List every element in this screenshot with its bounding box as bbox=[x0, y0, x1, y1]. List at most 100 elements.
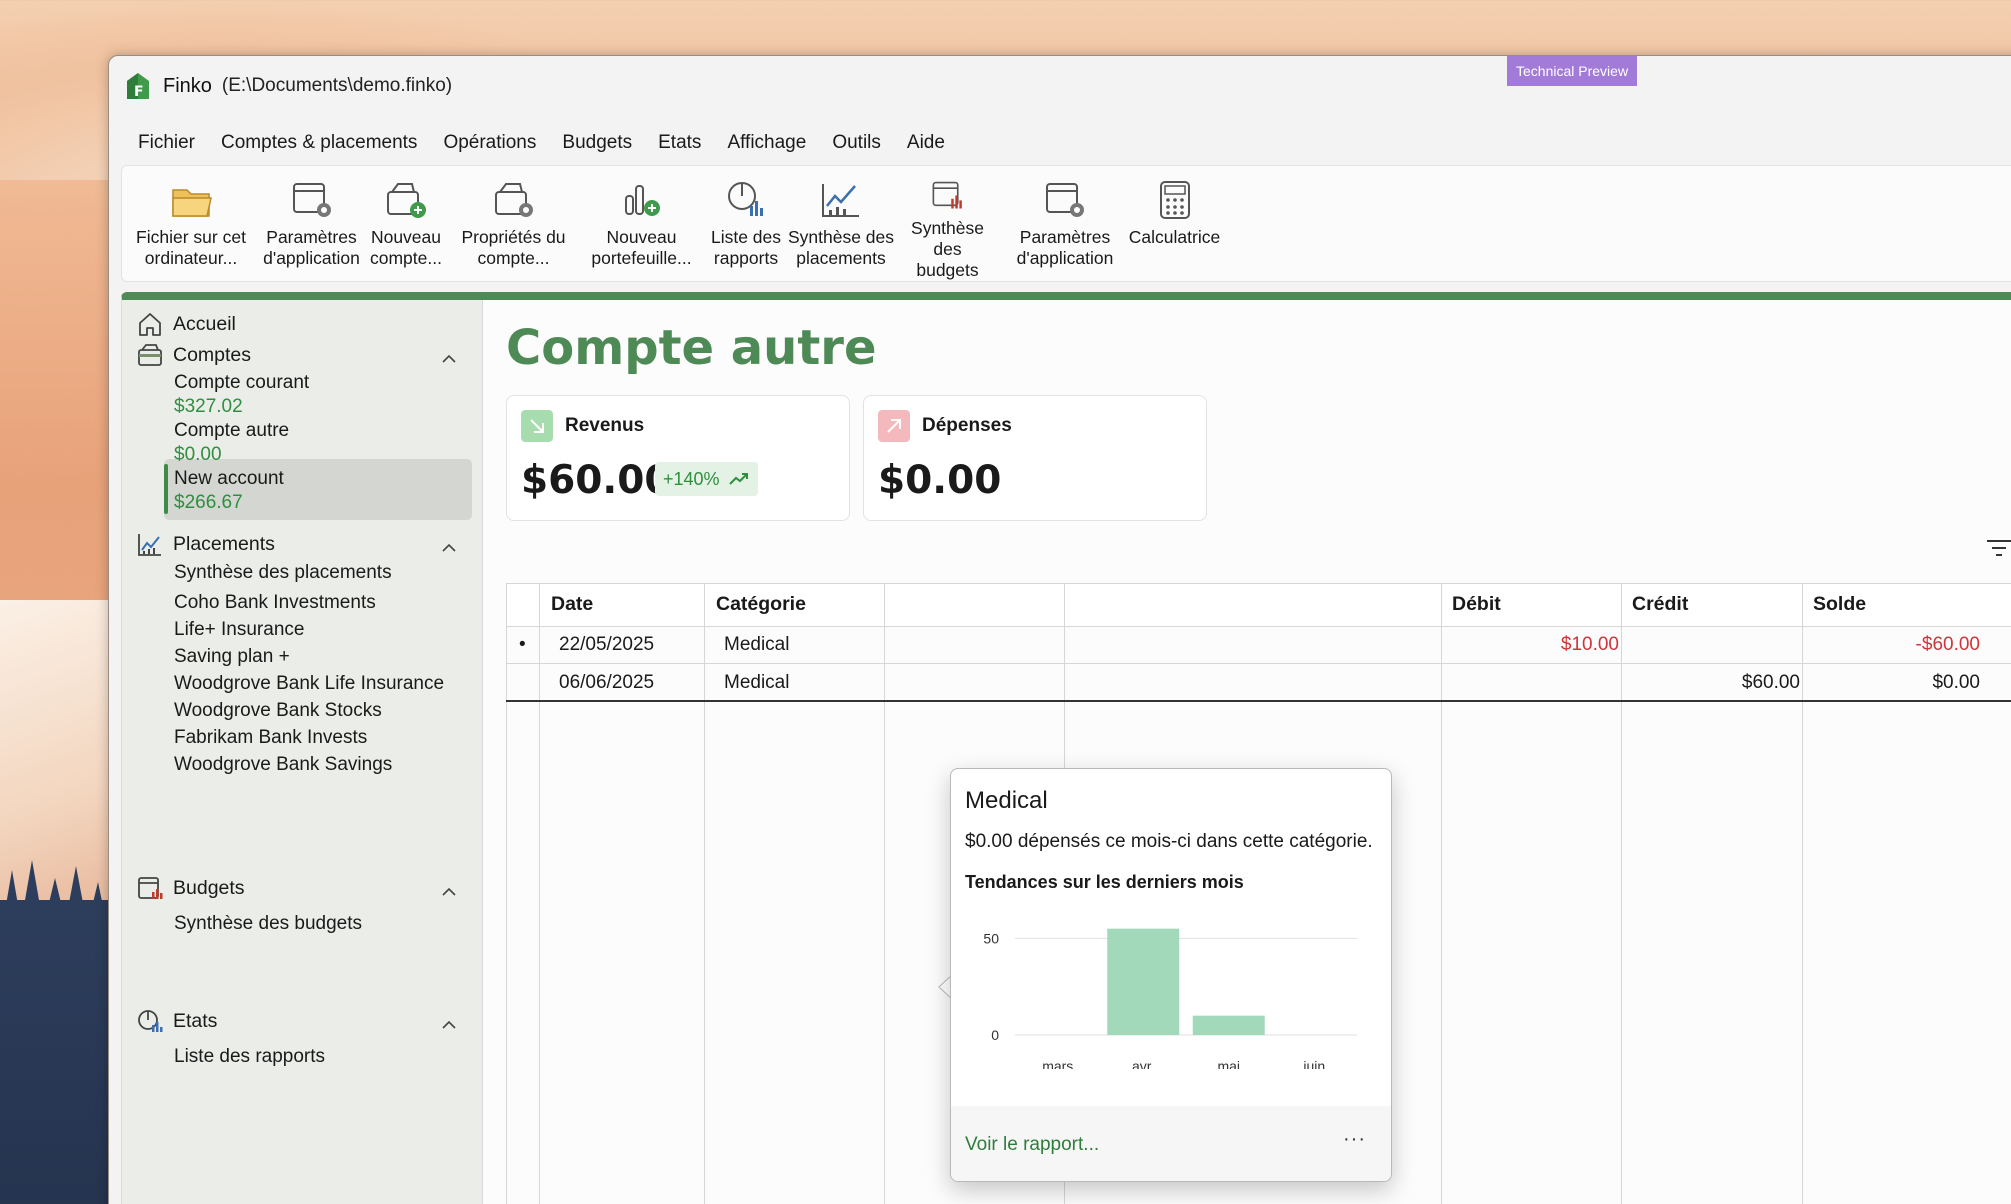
account-balance: $0.00 bbox=[174, 444, 222, 465]
sidebar-section-budgets[interactable]: Budgets bbox=[136, 874, 245, 902]
ribbon-button-trend-chart[interactable]: Synthèse des placements bbox=[787, 166, 895, 281]
menu-item[interactable]: Opérations bbox=[430, 126, 549, 160]
report-chart-icon bbox=[728, 182, 763, 216]
chevron-up-icon[interactable] bbox=[440, 350, 458, 368]
sidebar-item-label: Accueil bbox=[173, 312, 236, 335]
sidebar-item-investment[interactable]: Life+ Insurance bbox=[174, 619, 304, 641]
sidebar-item-investment[interactable]: Saving plan + bbox=[174, 646, 290, 668]
popup-title: Medical bbox=[965, 787, 1048, 814]
sidebar-item-investment[interactable]: Woodgrove Bank Life Insurance bbox=[174, 673, 444, 695]
page-title: Compte autre bbox=[506, 320, 877, 376]
ribbon-button-label: Propriétés du compte... bbox=[461, 227, 566, 268]
wallet-add-icon bbox=[387, 183, 426, 218]
income-change: +140% bbox=[663, 469, 720, 489]
ribbon-button-label: Synthèse des placements bbox=[787, 227, 895, 268]
svg-text:F: F bbox=[134, 84, 144, 100]
cell-date: 06/06/2025 bbox=[559, 672, 655, 693]
menu-item[interactable]: Fichier bbox=[125, 126, 208, 160]
ribbon-button-wallet-gear[interactable]: Propriétés du compte... bbox=[449, 166, 578, 281]
ribbon-button-wallet-add[interactable]: Nouveau compte... bbox=[363, 166, 449, 281]
wallet-gear-icon bbox=[494, 183, 533, 217]
main-content: Accueil Comptes Compte courant $327.02 C… bbox=[121, 292, 2011, 1204]
arrow-down-right-icon bbox=[521, 410, 553, 442]
header-debit[interactable]: Débit bbox=[1452, 593, 1501, 616]
popup-description: $0.00 dépensés ce mois-ci dans cette cat… bbox=[965, 831, 1373, 852]
header-date[interactable]: Date bbox=[551, 593, 593, 616]
reports-pie-icon bbox=[138, 1010, 163, 1032]
chevron-up-icon[interactable] bbox=[440, 539, 458, 557]
sidebar-item-report-list[interactable]: Liste des rapports bbox=[174, 1046, 325, 1068]
window-gear-icon bbox=[292, 183, 331, 217]
ribbon-button-window-gear[interactable]: Paramètres d'application bbox=[260, 166, 363, 281]
y-tick-label: 50 bbox=[983, 930, 999, 946]
popup-subtitle: Tendances sur les derniers mois bbox=[965, 872, 1244, 892]
sidebar-item-investment[interactable]: Fabrikam Bank Invests bbox=[174, 727, 367, 749]
menu-item[interactable]: Aide bbox=[894, 126, 958, 160]
sidebar-item-investment[interactable]: Woodgrove Bank Savings bbox=[174, 754, 392, 776]
wallet-icon bbox=[138, 344, 162, 366]
header-credit[interactable]: Crédit bbox=[1632, 593, 1688, 616]
table-row[interactable]: 06/06/2025 Medical $60.00 $0.00 bbox=[506, 665, 2011, 702]
arrow-up-right-icon bbox=[878, 410, 910, 442]
ribbon-button-report-chart[interactable]: Liste des rapports bbox=[705, 166, 787, 281]
sidebar-item-home[interactable]: Accueil bbox=[136, 310, 236, 338]
portfolio-add-icon bbox=[624, 185, 660, 216]
chart-bar[interactable] bbox=[1107, 928, 1180, 1035]
ribbon-button-label: Synthèse des budgets bbox=[911, 218, 984, 280]
filter-icon[interactable] bbox=[1984, 536, 2011, 560]
ribbon-button-label: Paramètres d'application bbox=[263, 227, 360, 268]
ribbon-button-label: Calculatrice bbox=[1128, 227, 1221, 247]
trend-chart-icon bbox=[822, 184, 859, 217]
account-name: Compte courant bbox=[174, 372, 310, 393]
account-name: Compte autre bbox=[174, 420, 290, 441]
sidebar-item-investment[interactable]: Coho Bank Investments bbox=[174, 592, 376, 614]
chart-bar[interactable] bbox=[1192, 1015, 1265, 1035]
header-category[interactable]: Catégorie bbox=[716, 593, 806, 616]
ribbon-button-calculator[interactable]: Calculatrice bbox=[1128, 166, 1221, 281]
menu-item[interactable]: Affichage bbox=[714, 126, 819, 160]
expense-amount: $0.00 bbox=[878, 458, 1002, 503]
ribbon-button-portfolio-add[interactable]: Nouveau portefeuille... bbox=[578, 166, 705, 281]
category-popup: Medical $0.00 dépensés ce mois-ci dans c… bbox=[950, 768, 1392, 1182]
sidebar-section-reports[interactable]: Etats bbox=[136, 1007, 217, 1035]
view-report-link[interactable]: Voir le rapport... bbox=[965, 1134, 1099, 1156]
ribbon-button-window-gear[interactable]: Paramètres d'application bbox=[1000, 166, 1130, 281]
sidebar-account-item[interactable]: New account $266.67 bbox=[174, 468, 284, 514]
table-row[interactable]: • 22/05/2025 Medical $10.00 -$60.00 bbox=[506, 627, 2011, 664]
sidebar-section-label: Placements bbox=[173, 532, 275, 555]
app-window: F Finko (E:\Documents\demo.finko) Techni… bbox=[108, 55, 2011, 1204]
ribbon-button-folder[interactable]: Fichier sur cet ordinateur... bbox=[122, 166, 260, 281]
sidebar-section-investments[interactable]: Placements bbox=[136, 530, 275, 558]
chevron-up-icon[interactable] bbox=[440, 1016, 458, 1034]
expense-card[interactable]: Dépenses $0.00 bbox=[863, 395, 1207, 521]
x-tick-label: juin bbox=[1302, 1058, 1325, 1069]
income-card[interactable]: Revenus $60.00 +140% bbox=[506, 395, 850, 521]
menu-item[interactable]: Budgets bbox=[549, 126, 645, 160]
sidebar-item-investment[interactable]: Woodgrove Bank Stocks bbox=[174, 700, 382, 722]
ribbon-button-label: Liste des rapports bbox=[710, 227, 782, 268]
header-balance[interactable]: Solde bbox=[1813, 593, 1866, 616]
folder-icon bbox=[172, 189, 212, 217]
more-options-button[interactable]: ··· bbox=[1343, 1128, 1366, 1151]
sidebar-item-budget-summary[interactable]: Synthèse des budgets bbox=[174, 913, 362, 935]
sidebar-account-item[interactable]: Compte courant $327.02 bbox=[174, 372, 309, 418]
sidebar-section-accounts[interactable]: Comptes bbox=[136, 341, 251, 369]
account-balance: $327.02 bbox=[174, 396, 243, 417]
x-tick-label: avr. bbox=[1132, 1058, 1155, 1069]
sidebar-account-item-selected[interactable]: Compte autre $0.00 bbox=[174, 420, 289, 466]
menu-item[interactable]: Etats bbox=[645, 126, 714, 160]
cell-credit: $60.00 bbox=[1741, 672, 1800, 693]
title-bar: F Finko (E:\Documents\demo.finko) Techni… bbox=[109, 56, 2011, 116]
ribbon-toolbar: Fichier sur cet ordinateur... Paramètres … bbox=[121, 165, 2011, 282]
chevron-up-icon[interactable] bbox=[440, 883, 458, 901]
menu-item[interactable]: Outils bbox=[819, 126, 894, 160]
cell-balance: -$60.00 bbox=[1915, 634, 1980, 655]
menu-bar: Fichier Comptes & placements Opérations Bud… bbox=[109, 116, 2011, 170]
sidebar-item-investment[interactable]: Synthèse des placements bbox=[174, 562, 392, 584]
ribbon-button-budget-chart[interactable]: Synthèse des budgets bbox=[895, 166, 1000, 281]
cell-date: 22/05/2025 bbox=[559, 634, 655, 655]
home-icon bbox=[139, 313, 161, 336]
menu-item[interactable]: Comptes & placements bbox=[208, 126, 430, 160]
sidebar-section-label: Etats bbox=[173, 1009, 218, 1032]
budget-icon bbox=[138, 877, 163, 899]
